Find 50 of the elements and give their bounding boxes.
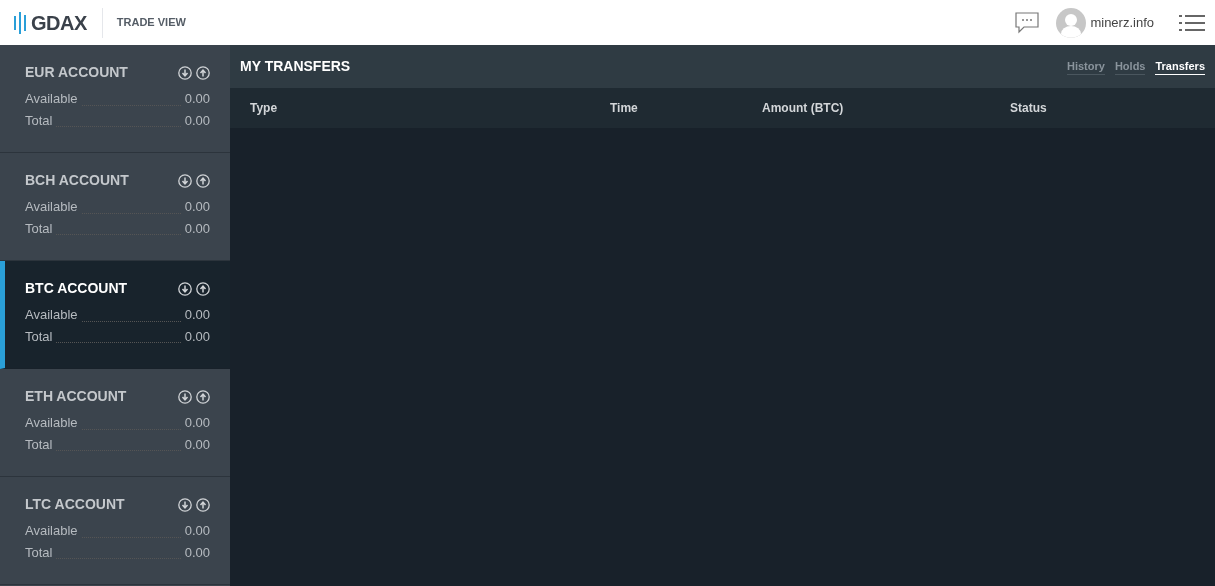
download-arrow-icon[interactable] [178,389,192,404]
available-value: 0.00 [184,198,210,216]
logo-bars-icon [14,11,28,34]
available-label: Available [25,414,78,432]
total-label: Total [25,219,53,238]
available-value: 0.00 [184,414,210,432]
column-header: Time [610,100,639,117]
account-name: LTC ACCOUNT [25,495,125,514]
download-arrow-icon[interactable] [178,173,192,188]
available-label: Available [25,306,78,324]
panel-title: MY TRANSFERS [240,57,351,76]
logo-text[interactable]: GDAX [31,7,87,38]
account-name: BCH ACCOUNT [25,171,129,190]
total-label: Total [25,543,53,562]
column-header: Amount (BTC) [762,100,845,117]
menu-icon[interactable] [1179,14,1205,31]
tab[interactable]: Holds [1114,58,1146,75]
tab[interactable]: Transfers [1155,58,1205,75]
upload-arrow-icon[interactable] [196,281,210,296]
upload-arrow-icon[interactable] [196,497,210,512]
available-value: 0.00 [184,522,210,540]
available-label: Available [25,198,78,216]
chat-icon[interactable] [1015,11,1040,34]
total-value: 0.00 [184,111,210,130]
total-label: Total [25,435,53,454]
trade-view-link[interactable]: TRADE VIEW [116,14,186,31]
account-card[interactable]: BTC ACCOUNT Available 0.00 Total 0.00 [0,261,230,369]
column-header: Status [1010,100,1048,117]
account-name: ETH ACCOUNT [25,387,127,406]
available-label: Available [25,522,78,540]
tab[interactable]: History [1067,58,1105,75]
download-arrow-icon[interactable] [178,281,192,296]
upload-arrow-icon[interactable] [196,173,210,188]
available-label: Available [25,90,78,108]
download-arrow-icon[interactable] [178,65,192,80]
account-name: BTC ACCOUNT [25,279,128,298]
download-arrow-icon[interactable] [178,497,192,512]
total-label: Total [25,327,53,346]
total-label: Total [25,111,53,130]
total-value: 0.00 [184,219,210,238]
upload-arrow-icon[interactable] [196,389,210,404]
available-value: 0.00 [184,90,210,108]
total-value: 0.00 [184,327,210,346]
total-value: 0.00 [184,543,210,562]
total-value: 0.00 [184,435,210,454]
account-name: EUR ACCOUNT [25,63,128,82]
username-link[interactable]: minerz.info [1090,12,1154,33]
upload-arrow-icon[interactable] [196,65,210,80]
available-value: 0.00 [184,306,210,324]
column-header: Type [250,100,279,117]
